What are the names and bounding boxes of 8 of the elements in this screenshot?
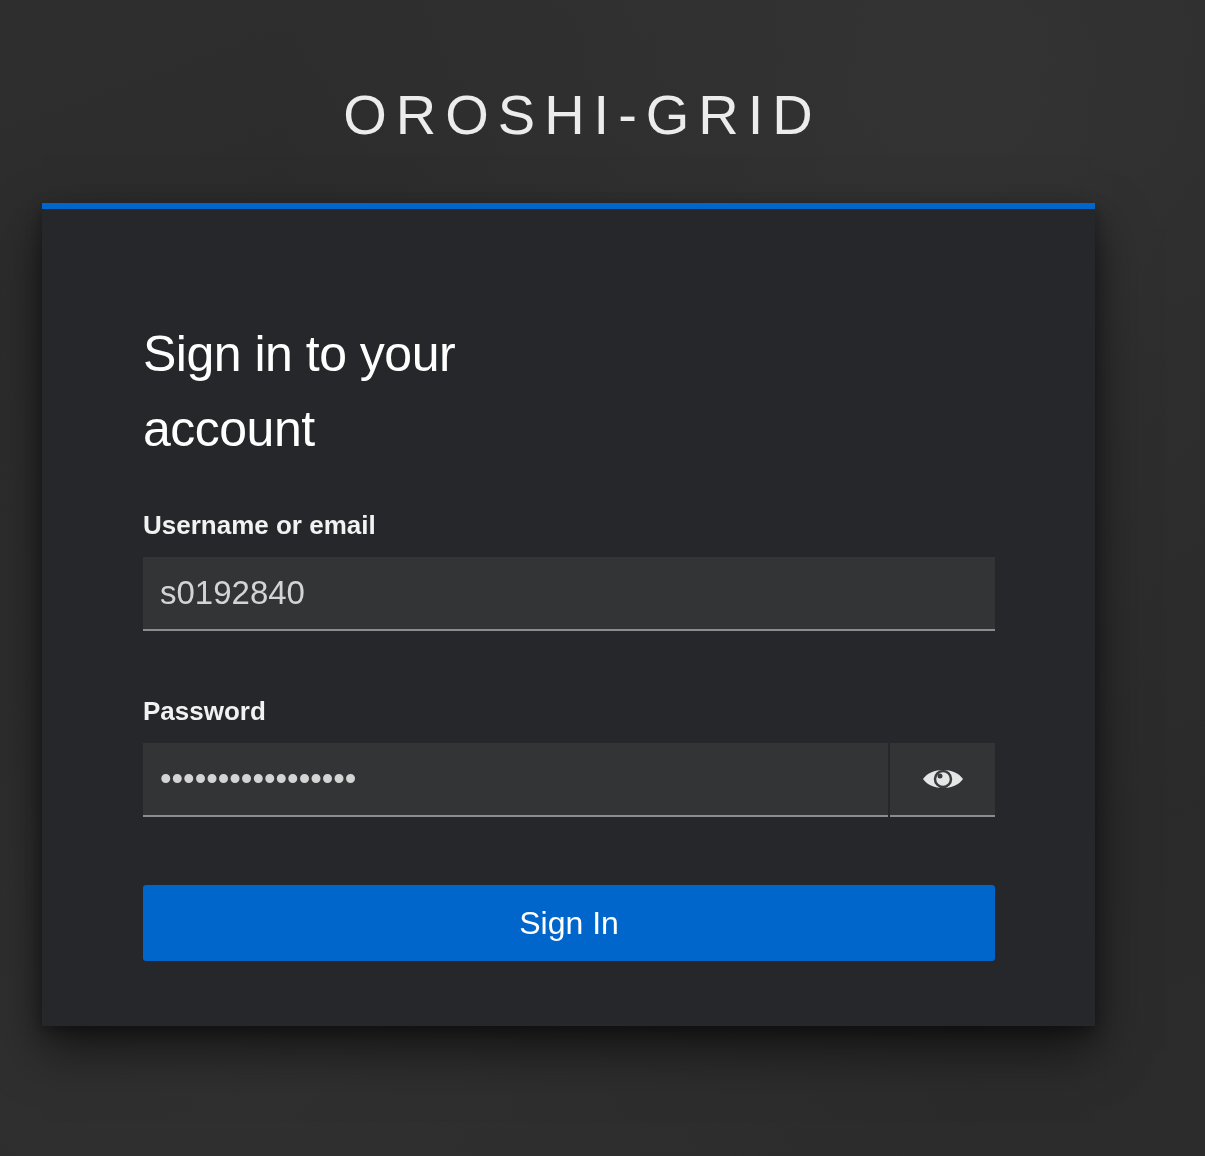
password-field[interactable]: ••••••••••••••••• [143,743,888,817]
field-label: Username or email [143,509,376,541]
field-label: Password [143,695,266,727]
sign-in-button[interactable]: Sign In [143,885,995,961]
show-password-button[interactable] [890,743,995,817]
logo-text: OROSHI-GRID [343,82,822,148]
page-title: Sign in to your account [143,325,457,459]
username-field[interactable]: s0192840 [143,557,995,631]
